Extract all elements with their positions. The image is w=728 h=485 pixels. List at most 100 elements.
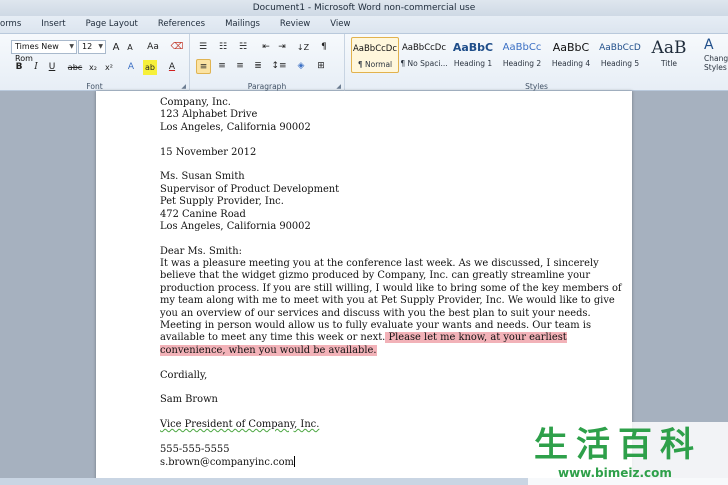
body-line: my team along with me to meet with you a… bbox=[160, 295, 615, 307]
style-title[interactable]: AaB Title bbox=[645, 37, 693, 73]
style-name: Heading 5 bbox=[600, 59, 640, 68]
recipient-line: Supervisor of Product Development bbox=[160, 183, 340, 195]
style-name: Heading 2 bbox=[502, 59, 542, 68]
sort-icon[interactable]: ↓Z bbox=[296, 40, 310, 55]
paragraph-group: ☰ ☷ ☵ ⇤ ⇥ ↓Z ¶ ≡ ≡ ≡ ≣ ↕≡ ◈ ⊞ Paragraph … bbox=[190, 34, 345, 92]
style-heading-1[interactable]: AaBbC Heading 1 bbox=[449, 37, 497, 73]
style-name: ¶ Normal bbox=[357, 60, 393, 69]
style-name: Title bbox=[660, 59, 678, 68]
align-right-icon[interactable]: ≡ bbox=[233, 59, 247, 74]
document-body[interactable]: Company, Inc. 123 Alphabet Drive Los Ang… bbox=[160, 97, 622, 469]
font-size-select[interactable]: 12 ▼ bbox=[78, 40, 106, 54]
style-sample: AaBbCcDc bbox=[401, 43, 447, 53]
recipient-line: 472 Canine Road bbox=[160, 208, 246, 220]
superscript-button[interactable]: x² bbox=[102, 60, 116, 75]
style-heading-2[interactable]: AaBbCc Heading 2 bbox=[498, 37, 546, 73]
borders-icon[interactable]: ⊞ bbox=[314, 59, 328, 74]
font-name-select[interactable]: Times New Rom ▼ bbox=[11, 40, 77, 63]
style-name: Heading 1 bbox=[453, 59, 493, 68]
highlighted-text: convenience, when you would be available… bbox=[160, 344, 377, 356]
tab-review[interactable]: Review bbox=[270, 16, 320, 33]
italic-button[interactable]: I bbox=[30, 60, 42, 75]
ribbon-tabs: orms Insert Page Layout References Maili… bbox=[0, 16, 728, 33]
signer-title-text: Vice President of Company, Inc. bbox=[160, 419, 320, 431]
style-name: ¶ No Spaci... bbox=[400, 59, 448, 68]
sender-line: Los Angeles, California 90002 bbox=[160, 121, 311, 133]
body-line: available to meet any time this week or … bbox=[160, 332, 567, 344]
font-group: Times New Rom ▼ 12 ▼ A A Aa ⌫ B I U abc … bbox=[0, 34, 190, 92]
phone-line: 555-555-5555 bbox=[160, 443, 230, 455]
clear-format-icon[interactable]: ⌫ bbox=[170, 40, 184, 55]
ribbon: Times New Rom ▼ 12 ▼ A A Aa ⌫ B I U abc … bbox=[0, 33, 728, 92]
bullets-icon[interactable]: ☰ bbox=[196, 40, 210, 55]
numbering-icon[interactable]: ☷ bbox=[216, 40, 230, 55]
highlight-button[interactable]: ab bbox=[143, 60, 157, 75]
dialog-launcher-icon[interactable]: ◢ bbox=[181, 83, 186, 90]
subscript-button[interactable]: x₂ bbox=[86, 60, 100, 75]
shading-icon[interactable]: ◈ bbox=[294, 59, 308, 74]
change-styles-icon: A bbox=[704, 37, 714, 53]
watermark-logo: 生活百科 bbox=[534, 425, 702, 465]
grow-font-button[interactable]: A bbox=[110, 40, 122, 55]
style-sample: AaB bbox=[651, 38, 687, 58]
text-cursor bbox=[293, 456, 295, 468]
recipient-line: Pet Supply Provider, Inc. bbox=[160, 196, 284, 208]
line-spacing-icon[interactable]: ↕≡ bbox=[270, 59, 288, 74]
multilevel-list-icon[interactable]: ☵ bbox=[236, 40, 250, 55]
date-line: 15 November 2012 bbox=[160, 146, 257, 158]
tab-page-layout[interactable]: Page Layout bbox=[76, 16, 148, 33]
text-effects-button[interactable]: A bbox=[124, 60, 138, 75]
tab-mailings[interactable]: Mailings bbox=[215, 16, 270, 33]
styles-group-label: Styles bbox=[525, 82, 548, 91]
title-bar: Document1 - Microsoft Word non-commercia… bbox=[0, 0, 728, 16]
highlighted-text: Please let me know, at your earliest bbox=[385, 332, 567, 344]
tab-home-partial[interactable]: orms bbox=[0, 16, 31, 33]
bold-button[interactable]: B bbox=[13, 60, 25, 75]
style-heading-4[interactable]: AaBbC Heading 4 bbox=[547, 37, 595, 73]
recipient-line: Los Angeles, California 90002 bbox=[160, 220, 311, 232]
email-line: s.brown@companyinc.com bbox=[160, 456, 540, 468]
sender-line: Company, Inc. bbox=[160, 97, 231, 108]
dialog-launcher-icon[interactable]: ◢ bbox=[336, 83, 341, 90]
tab-references[interactable]: References bbox=[148, 16, 215, 33]
increase-indent-icon[interactable]: ⇥ bbox=[276, 40, 288, 55]
style-sample: AaBbC bbox=[452, 41, 494, 54]
style-normal[interactable]: AaBbCcDc ¶ Normal bbox=[351, 37, 399, 73]
closing: Cordially, bbox=[160, 369, 208, 381]
body-line: production process. If you are still wil… bbox=[160, 282, 622, 294]
watermark: 生活百科 www.bimeiz.com bbox=[528, 422, 728, 485]
decrease-indent-icon[interactable]: ⇤ bbox=[260, 40, 272, 55]
font-group-label: Font bbox=[86, 82, 103, 91]
styles-gallery: AaBbCcDc ¶ Normal AaBbCcDc ¶ No Spaci...… bbox=[347, 37, 722, 77]
style-heading-5[interactable]: AaBbCcD Heading 5 bbox=[596, 37, 644, 73]
paragraph-group-label: Paragraph bbox=[247, 82, 287, 91]
font-size-value: 12 bbox=[82, 42, 93, 51]
style-sample: AaBbC bbox=[552, 41, 590, 54]
tab-view[interactable]: View bbox=[320, 16, 360, 33]
underline-button[interactable]: U bbox=[46, 60, 58, 75]
tab-insert[interactable]: Insert bbox=[31, 16, 75, 33]
change-styles-button[interactable]: A Chang Styles bbox=[704, 36, 728, 91]
watermark-url: www.bimeiz.com bbox=[558, 466, 672, 480]
salutation: Dear Ms. Smith: bbox=[160, 245, 242, 257]
shrink-font-button[interactable]: A bbox=[124, 40, 136, 55]
window-title: Document1 - Microsoft Word non-commercia… bbox=[252, 3, 476, 13]
strikethrough-button[interactable]: abc bbox=[66, 60, 84, 75]
chevron-down-icon: ▼ bbox=[98, 43, 103, 50]
change-case-button[interactable]: Aa bbox=[144, 40, 162, 55]
style-sample: AaBbCc bbox=[502, 42, 542, 53]
body-text: available to meet any time this week or … bbox=[160, 332, 386, 344]
show-formatting-button[interactable]: ¶ bbox=[318, 40, 330, 55]
justify-icon[interactable]: ≣ bbox=[251, 59, 265, 74]
font-color-button[interactable]: A bbox=[166, 60, 178, 75]
body-line: you an overview of our services and disc… bbox=[160, 307, 591, 319]
sender-line: 123 Alphabet Drive bbox=[160, 109, 258, 121]
align-center-icon[interactable]: ≡ bbox=[215, 59, 229, 74]
style-no-spacing[interactable]: AaBbCcDc ¶ No Spaci... bbox=[400, 37, 448, 73]
recipient-line: Ms. Susan Smith bbox=[160, 171, 245, 183]
body-line: It was a pleasure meeting you at the con… bbox=[160, 258, 599, 270]
signer-title: Vice President of Company, Inc. bbox=[160, 419, 540, 431]
change-styles-label: Chang Styles bbox=[704, 54, 728, 72]
align-left-icon[interactable]: ≡ bbox=[196, 59, 211, 74]
body-line: Meeting in person would allow us to full… bbox=[160, 320, 592, 332]
